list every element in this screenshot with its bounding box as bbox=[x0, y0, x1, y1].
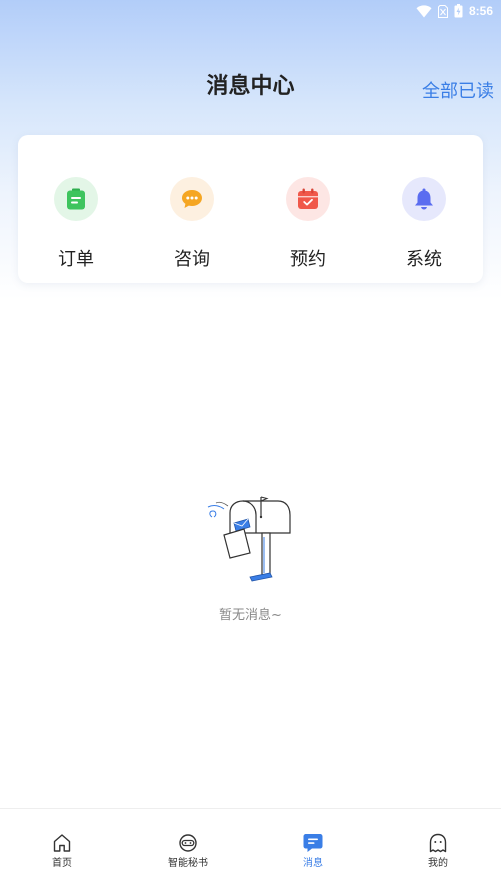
nav-assistant[interactable]: 智能秘书 bbox=[148, 833, 228, 869]
appointment-icon-circle bbox=[286, 177, 330, 221]
category-label: 系统 bbox=[406, 249, 442, 270]
home-icon bbox=[53, 834, 71, 852]
mailbox-illustration bbox=[207, 496, 291, 582]
nav-label: 消息 bbox=[303, 858, 323, 869]
empty-message-text: 暂无消息~ bbox=[219, 608, 282, 623]
nav-messages[interactable]: 消息 bbox=[273, 833, 353, 869]
category-appointment[interactable]: 预约 bbox=[268, 177, 348, 272]
assistant-icon bbox=[179, 834, 197, 852]
message-category-card: 订单 咨询 预约 系统 bbox=[18, 135, 483, 283]
status-time: 8:56 bbox=[468, 4, 493, 18]
category-consult[interactable]: 咨询 bbox=[152, 177, 232, 272]
header: 消息中心 全部已读 bbox=[0, 60, 501, 110]
category-label: 订单 bbox=[58, 249, 94, 270]
bottom-nav: 首页 智能秘书 消息 我的 bbox=[0, 808, 501, 893]
order-icon-circle bbox=[54, 177, 98, 221]
empty-state: 暂无消息~ bbox=[0, 495, 501, 625]
category-order[interactable]: 订单 bbox=[36, 177, 116, 272]
no-sim-icon bbox=[437, 4, 448, 18]
mark-all-read-button[interactable]: 全部已读 bbox=[422, 77, 494, 103]
nav-home[interactable]: 首页 bbox=[22, 833, 102, 869]
wifi-icon bbox=[416, 4, 432, 17]
system-icon-circle bbox=[402, 177, 446, 221]
category-label: 预约 bbox=[290, 249, 326, 270]
status-icons: 8:56 bbox=[416, 2, 493, 20]
chat-bubble-icon bbox=[182, 190, 202, 208]
category-label: 咨询 bbox=[174, 249, 210, 270]
battery-icon bbox=[454, 4, 463, 18]
category-system[interactable]: 系统 bbox=[384, 177, 464, 272]
profile-icon bbox=[429, 833, 447, 853]
nav-label: 首页 bbox=[52, 858, 72, 869]
consult-icon-circle bbox=[170, 177, 214, 221]
status-bar: 8:56 bbox=[0, 0, 501, 22]
order-icon bbox=[67, 188, 85, 210]
message-icon bbox=[303, 834, 323, 852]
calendar-icon bbox=[298, 188, 318, 209]
nav-label: 智能秘书 bbox=[168, 858, 208, 869]
nav-profile[interactable]: 我的 bbox=[398, 833, 478, 869]
bell-icon bbox=[415, 188, 433, 210]
nav-label: 我的 bbox=[428, 858, 448, 869]
